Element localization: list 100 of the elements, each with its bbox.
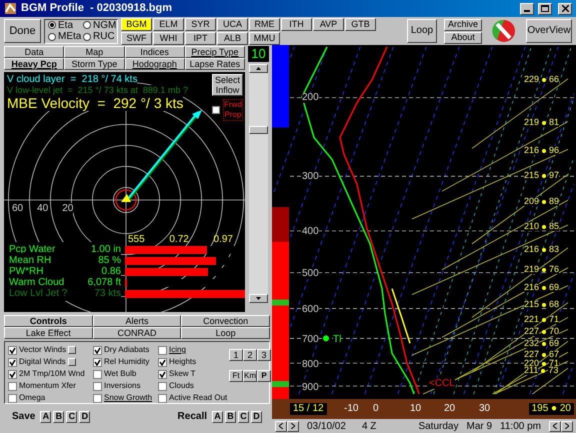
model-radio[interactable]: Eta xyxy=(48,20,79,31)
control-tab[interactable]: Convection xyxy=(181,315,270,327)
scroll-up-button[interactable] xyxy=(249,64,268,73)
panel-button[interactable]: 1 xyxy=(229,349,243,361)
wind-direction: 215 xyxy=(524,300,540,309)
next-button[interactable] xyxy=(287,420,299,432)
loop-button[interactable]: Loop xyxy=(407,19,437,43)
option-checkbox[interactable] xyxy=(8,370,17,378)
overview-button[interactable]: OverView xyxy=(526,19,572,43)
close-button[interactable] xyxy=(558,2,572,14)
station-button[interactable]: SWF xyxy=(121,32,152,44)
save-slot-button[interactable]: D xyxy=(79,410,90,422)
station-button[interactable]: IPT xyxy=(185,32,216,44)
option-checkbox[interactable] xyxy=(8,394,17,402)
select-inflow-button[interactable]: Select Inflow xyxy=(212,74,243,96)
option-checkbox[interactable] xyxy=(93,358,102,366)
minimize-button[interactable] xyxy=(520,2,534,14)
temperature-label: 0 xyxy=(373,403,379,415)
wind-direction: 219 xyxy=(524,118,540,127)
previous-button[interactable] xyxy=(549,420,561,432)
station-button[interactable]: SYR xyxy=(185,18,216,30)
save-slot-button[interactable]: A xyxy=(40,410,52,422)
option-checkbox[interactable] xyxy=(93,370,102,378)
station-button[interactable]: ELM xyxy=(153,18,184,30)
station-button[interactable]: WHI xyxy=(153,32,184,44)
wind-speed: 71 xyxy=(549,315,560,324)
option-label: Icing xyxy=(169,344,186,356)
archive-button[interactable]: Archive xyxy=(444,18,482,30)
vertical-scrollbar[interactable] xyxy=(249,64,268,303)
view-tab[interactable]: Hodograph xyxy=(124,58,185,70)
option-label: Snow Growth xyxy=(104,392,152,404)
option-label: Heights xyxy=(169,356,196,368)
view-tab[interactable]: Data xyxy=(4,46,64,58)
option-checkbox[interactable] xyxy=(8,382,17,390)
surface-wind: 195 ● 20 xyxy=(528,403,574,415)
view-tab[interactable]: Heavy Pcp xyxy=(4,58,64,70)
option-checkbox[interactable] xyxy=(158,358,167,366)
model-radio[interactable]: NGM xyxy=(83,20,114,31)
option-checkbox[interactable] xyxy=(8,346,17,354)
maximize-icon xyxy=(541,5,549,12)
view-tab[interactable]: Indices xyxy=(124,46,185,58)
station-button[interactable]: BGM xyxy=(121,18,152,30)
option-checkbox[interactable] xyxy=(158,382,167,390)
view-tab[interactable]: Precip Type xyxy=(184,46,245,58)
scroll-down-button[interactable] xyxy=(249,294,268,303)
station-button[interactable]: AVP xyxy=(313,18,344,30)
option-checkbox[interactable] xyxy=(93,346,102,354)
option-checkbox[interactable] xyxy=(93,382,102,390)
option-label: Dry Adiabats xyxy=(104,344,150,356)
app-icon xyxy=(4,2,17,15)
recall-slot-button[interactable]: B xyxy=(225,410,236,422)
wind-direction: 216 xyxy=(524,245,540,254)
station-button[interactable]: ALB xyxy=(217,32,248,44)
station-button[interactable]: ITH xyxy=(281,18,312,30)
station-button[interactable]: RME xyxy=(249,18,280,30)
wind-speed: 89 xyxy=(549,197,560,206)
wind-direction: 209 xyxy=(524,197,540,206)
panel-button[interactable]: 3 xyxy=(257,349,271,361)
unit-button[interactable]: Km xyxy=(243,370,257,382)
option-checkbox[interactable] xyxy=(158,370,167,378)
control-tab[interactable]: CONRAD xyxy=(92,327,182,339)
recall-slot-button[interactable]: C xyxy=(238,410,249,422)
model-radio[interactable]: RUC xyxy=(83,31,114,42)
scroll-thumb[interactable] xyxy=(249,126,268,134)
panel-button[interactable]: 2 xyxy=(243,349,257,361)
option-checkbox[interactable] xyxy=(8,358,17,366)
temperature-label: 10 xyxy=(410,403,422,415)
wind-direction: 232 xyxy=(524,339,540,348)
option-checkbox[interactable] xyxy=(158,346,167,354)
option-checkbox[interactable] xyxy=(158,394,167,402)
recall-label: Recall xyxy=(178,410,207,424)
done-button[interactable]: Done xyxy=(4,19,41,43)
control-tab[interactable]: Loop xyxy=(181,327,270,339)
save-label: Save xyxy=(12,410,36,424)
unit-button[interactable]: P xyxy=(257,370,271,382)
save-slot-button[interactable]: C xyxy=(66,410,78,422)
station-button[interactable]: GTB xyxy=(345,18,376,30)
minimize-icon xyxy=(524,10,530,12)
control-tab[interactable]: Controls xyxy=(4,315,93,327)
about-button[interactable]: About xyxy=(444,32,482,44)
previous-button[interactable] xyxy=(275,420,287,432)
wind-speed: 69 xyxy=(549,283,560,292)
view-tab[interactable]: Storm Type xyxy=(64,58,124,70)
recall-slot-button[interactable]: A xyxy=(212,410,223,422)
recall-slot-button[interactable]: D xyxy=(251,410,262,422)
station-button[interactable]: MMU xyxy=(249,32,280,44)
view-tab[interactable]: Map xyxy=(64,46,124,58)
control-tab[interactable]: Alerts xyxy=(92,315,182,327)
maximize-button[interactable] xyxy=(538,2,552,14)
caret-up-icon xyxy=(256,67,261,70)
view-tab[interactable]: Lapse Rates xyxy=(184,58,245,70)
control-tab[interactable]: Lake Effect xyxy=(4,327,93,339)
unit-button[interactable]: Ft xyxy=(229,370,243,382)
model-radio[interactable]: MEta xyxy=(48,31,79,42)
station-button[interactable]: UCA xyxy=(217,18,248,30)
save-slot-button[interactable]: B xyxy=(53,410,64,422)
option-checkbox[interactable] xyxy=(93,394,102,402)
wind-direction: 219 xyxy=(524,265,540,274)
next-button[interactable] xyxy=(561,420,573,432)
forward-prop-checkbox[interactable] xyxy=(212,106,220,114)
